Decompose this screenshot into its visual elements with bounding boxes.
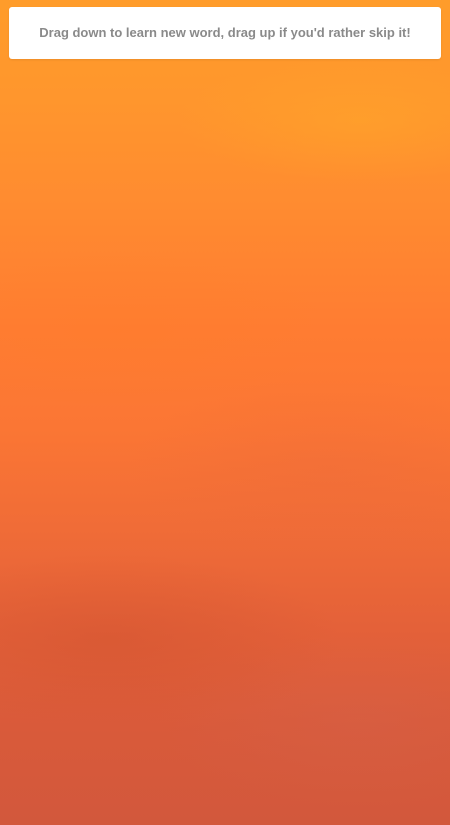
swipe-screen[interactable]: Drag down to learn new word, drag up if … (0, 0, 450, 825)
instruction-banner: Drag down to learn new word, drag up if … (9, 7, 441, 59)
gradient-background (0, 0, 450, 825)
instruction-text: Drag down to learn new word, drag up if … (39, 24, 411, 40)
